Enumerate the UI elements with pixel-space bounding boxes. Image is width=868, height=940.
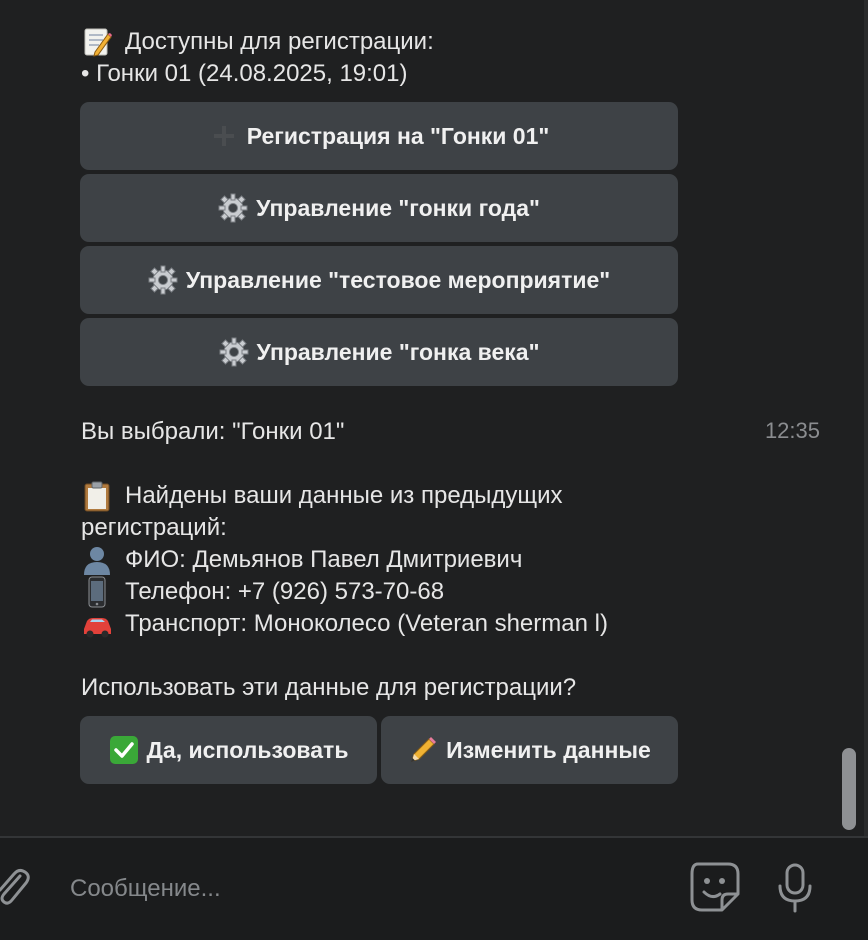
microphone-icon[interactable]: [775, 862, 815, 919]
register-button[interactable]: Регистрация на "Гонки 01": [80, 102, 678, 170]
found-line-1: Найдены ваши данные из предыдущих: [125, 482, 563, 509]
sticker-icon[interactable]: [688, 860, 742, 919]
manage-event-button[interactable]: Управление "гонка века": [80, 318, 678, 386]
message-timestamp: 12:35: [764, 418, 820, 443]
chat-window: Доступны для регистрации: • Гонки 01 (24…: [0, 0, 868, 940]
selected-text: Вы выбрали: "Гонки 01": [81, 418, 345, 445]
clipboard-icon: [81, 480, 113, 512]
message-found-data: Найдены ваши данные из предыдущих регист…: [81, 480, 608, 704]
gear-icon: [219, 337, 249, 367]
check-icon: [109, 735, 139, 765]
plus-icon: [209, 121, 239, 151]
available-header: Доступны для регистрации:: [125, 28, 434, 55]
edit-data-label: Изменить данные: [446, 736, 651, 763]
use-data-button[interactable]: Да, использовать: [80, 716, 377, 784]
message-list[interactable]: Доступны для регистрации: • Гонки 01 (24…: [0, 0, 868, 836]
attach-icon[interactable]: [0, 862, 32, 917]
scrollbar-thumb[interactable]: [842, 748, 856, 830]
user-phone: Телефон: +7 (926) 573-70-68: [125, 578, 445, 605]
edit-data-button[interactable]: Изменить данные: [381, 716, 678, 784]
use-data-label: Да, использовать: [146, 736, 349, 763]
gear-icon: [218, 193, 248, 223]
gear-icon: [148, 265, 178, 295]
message-input[interactable]: [68, 868, 652, 910]
user-name: ФИО: Демьянов Павел Дмитриевич: [125, 546, 523, 573]
car-icon: [81, 608, 113, 640]
phone-icon: [81, 576, 113, 608]
manage-event-button[interactable]: Управление "тестовое мероприятие": [80, 246, 678, 314]
window-edge: [864, 0, 868, 940]
person-icon: [81, 544, 113, 576]
pencil-icon: [408, 735, 438, 765]
manage-event-label: Управление "тестовое мероприятие": [185, 266, 611, 293]
manage-event-label: Управление "гонки года": [256, 194, 540, 221]
message-composer: [0, 836, 868, 940]
use-data-question: Использовать эти данные для регистрации?: [81, 674, 577, 701]
available-event-item: • Гонки 01 (24.08.2025, 19:01): [81, 60, 408, 87]
register-button-label: Регистрация на "Гонки 01": [246, 122, 550, 149]
manage-event-label: Управление "гонка века": [256, 338, 540, 365]
found-line-2: регистраций:: [81, 514, 227, 541]
message-available-events: Доступны для регистрации: • Гонки 01 (24…: [81, 26, 434, 90]
memo-icon: [81, 26, 113, 58]
manage-event-button[interactable]: Управление "гонки года": [80, 174, 678, 242]
message-selected: Вы выбрали: "Гонки 01": [81, 416, 344, 448]
user-transport: Транспорт: Моноколесо (Veteran sherman l…: [125, 610, 608, 637]
